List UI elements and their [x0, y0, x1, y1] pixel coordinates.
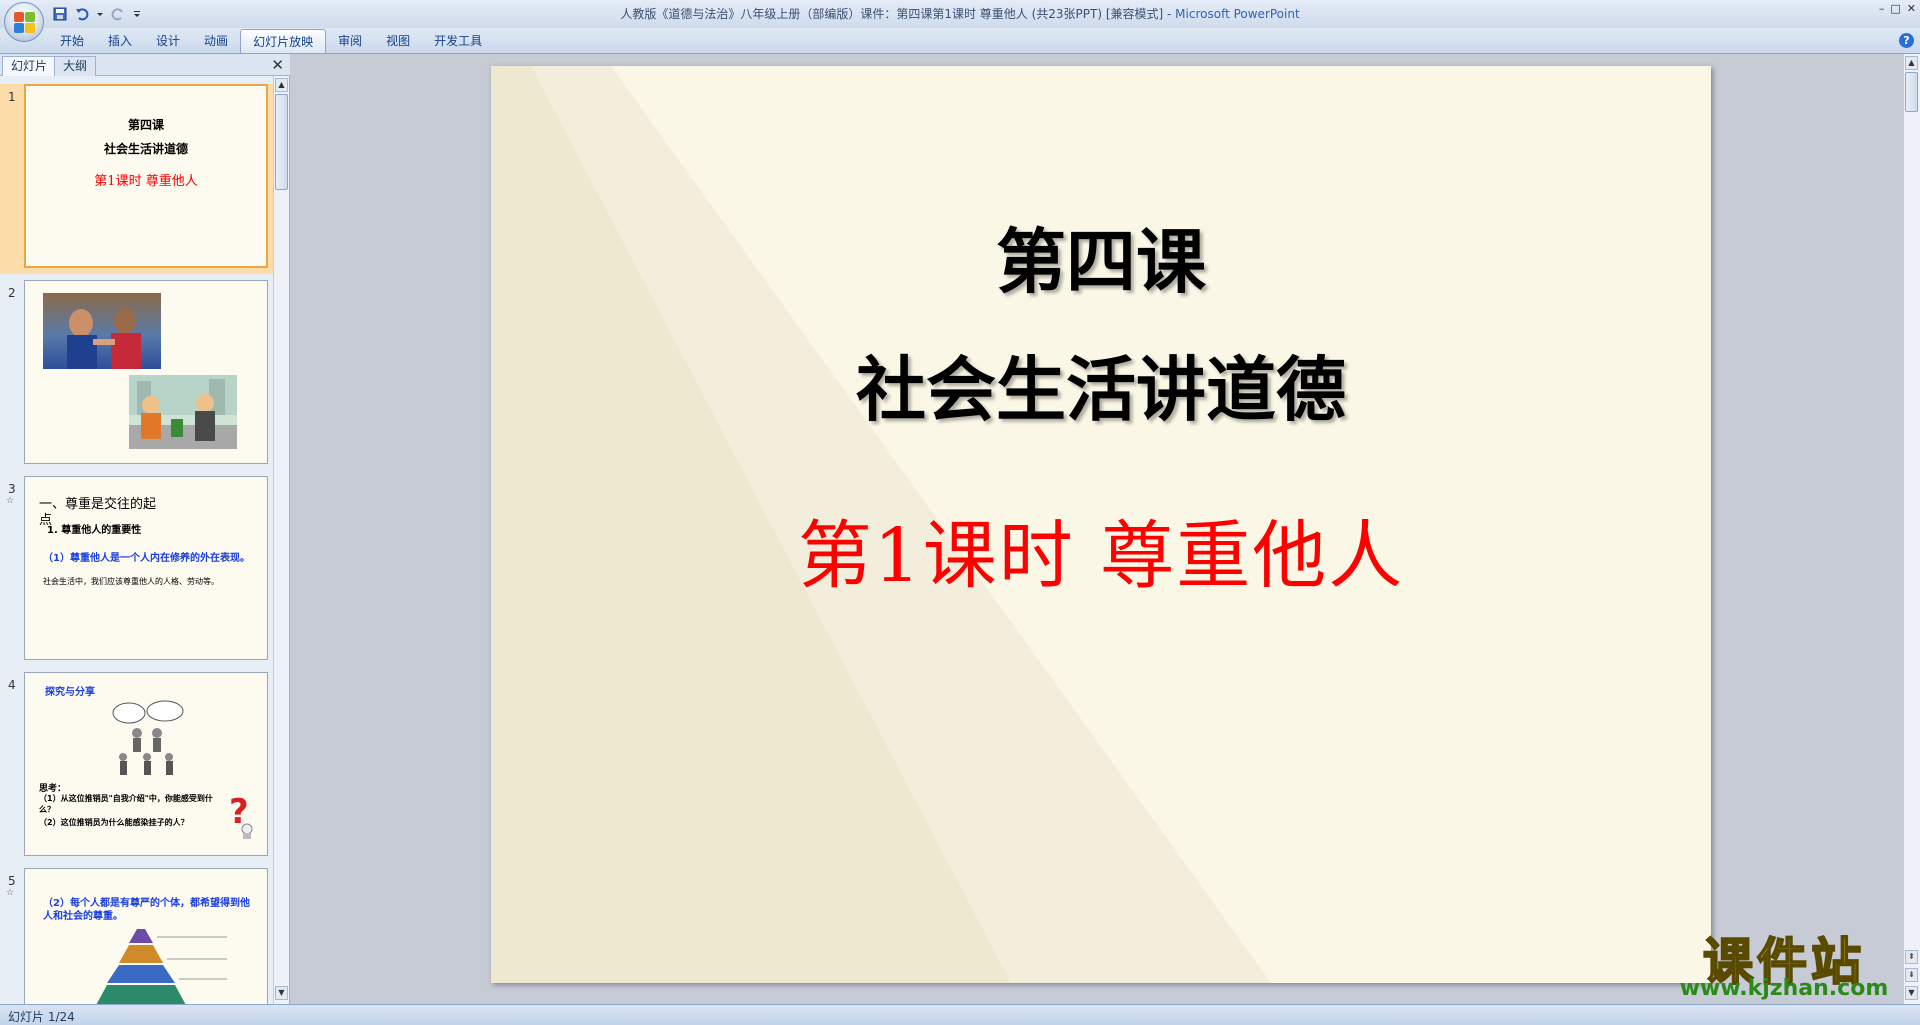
next-slide-icon[interactable]: ⇟: [1905, 968, 1918, 982]
status-bar: 幻灯片 1/24: [0, 1004, 1920, 1025]
thumbnail-number: 2: [8, 286, 16, 300]
slide-title-unit[interactable]: 社会生活讲道德: [491, 334, 1711, 435]
ribbon-tabs: 开始 插入 设计 动画 幻灯片放映 审阅 视图 开发工具: [48, 28, 494, 54]
sketch-image: [107, 699, 189, 779]
thumb-body-text: 社会生活中，我们应该尊重他人的人格、劳动等。: [43, 577, 219, 586]
thumbnail-row-4[interactable]: 4 探究与分享 思考： （1）从这位推销员"自我介绍"中，你能感受到什么？ （2…: [0, 672, 274, 862]
thumbnail-row-1[interactable]: 1 第四课 社会生活讲道德 第1课时 尊重他人: [0, 84, 274, 274]
thumbnail-number: 3: [8, 482, 16, 496]
office-button[interactable]: [4, 2, 44, 42]
previous-slide-icon[interactable]: ⇞: [1905, 950, 1918, 964]
thumbnails-scrollbar[interactable]: ▲ ▼: [273, 76, 289, 1004]
thumb-blue-text: （2）每个人都是有尊严的个体，都希望得到他人和社会的尊重。: [43, 898, 250, 922]
scrollbar-thumb[interactable]: [1905, 72, 1918, 112]
thumb-subtitle: 第1课时 尊重他人: [94, 174, 198, 189]
scroll-up-icon[interactable]: ▲: [275, 78, 288, 92]
slide-thumbnails: 1 第四课 社会生活讲道德 第1课时 尊重他人 2 3 ☆ 一、尊重是交往的起点…: [0, 76, 274, 1004]
window-controls: – □ ✕: [1879, 2, 1916, 15]
thumbnail-slide-3[interactable]: 一、尊重是交往的起点 1. 尊重他人的重要性 （1）尊重他人是一个人内在修养的外…: [24, 476, 268, 660]
scrollbar-thumb[interactable]: [275, 94, 288, 190]
pyramid-diagram: [77, 927, 243, 1004]
thumb-blue-text: （1）尊重他人是一个人内在修养的外在表现。: [43, 553, 250, 564]
tab-review[interactable]: 审阅: [326, 29, 374, 53]
question-mark-icon: ?: [221, 791, 257, 839]
thumbnail-slide-2[interactable]: [24, 280, 268, 464]
watermark-url: www.kjzhan.com: [1679, 976, 1889, 1001]
thumb-question-2: （2）这位推销员为什么能感染挂子的人？: [39, 818, 189, 827]
slides-pane: 幻灯片 大纲 ✕ 1 第四课 社会生活讲道德 第1课时 尊重他人 2 3 ☆ 一…: [0, 54, 290, 1004]
tab-developer[interactable]: 开发工具: [422, 29, 494, 53]
tab-slide-show[interactable]: 幻灯片放映: [240, 29, 327, 53]
thumbnail-slide-5[interactable]: （2）每个人都是有尊严的个体，都希望得到他人和社会的尊重。: [24, 868, 268, 1004]
slide-counter: 幻灯片 1/24: [8, 1010, 75, 1024]
close-button[interactable]: ✕: [1907, 2, 1916, 15]
window-title: 人教版《道德与法治》八年级上册（部编版）课件：第四课第1课时 尊重他人 (共23…: [620, 7, 1300, 21]
tab-design[interactable]: 设计: [144, 29, 192, 53]
thumb-title1: 第四课: [127, 118, 164, 132]
close-pane-icon[interactable]: ✕: [271, 56, 284, 74]
office-logo-icon: [14, 12, 36, 34]
thumb-heading: 探究与分享: [45, 687, 95, 698]
minimize-button[interactable]: –: [1879, 2, 1885, 15]
thumbnail-slide-1[interactable]: 第四课 社会生活讲道德 第1课时 尊重他人: [24, 84, 268, 268]
thumbnail-slide-4[interactable]: 探究与分享 思考： （1）从这位推销员"自我介绍"中，你能感受到什么？ （2）这…: [24, 672, 268, 856]
thumbnail-number: 4: [8, 678, 16, 692]
scroll-down-icon[interactable]: ▼: [1905, 986, 1918, 1000]
current-slide[interactable]: 第四课 社会生活讲道德 第1课时 尊重他人: [491, 66, 1711, 983]
watermark-logo: 课件站 www.kjzhan.com: [1668, 922, 1900, 1004]
tab-outline[interactable]: 大纲: [54, 56, 97, 76]
tab-animations[interactable]: 动画: [192, 29, 240, 53]
thumbnail-number: 1: [8, 90, 16, 104]
help-icon[interactable]: ?: [1899, 33, 1914, 48]
thumbnail-row-3[interactable]: 3 ☆ 一、尊重是交往的起点 1. 尊重他人的重要性 （1）尊重他人是一个人内在…: [0, 476, 274, 666]
slide-scrollbar[interactable]: ▲ ⇞ ⇟ ▼: [1903, 54, 1920, 1004]
tab-home[interactable]: 开始: [48, 29, 96, 53]
ribbon: 开始 插入 设计 动画 幻灯片放映 审阅 视图 开发工具 ?: [0, 28, 1920, 54]
animation-star-icon: ☆: [6, 888, 15, 898]
tab-insert[interactable]: 插入: [96, 29, 144, 53]
title-bar: 人教版《道德与法治》八年级上册（部编版）课件：第四课第1课时 尊重他人 (共23…: [0, 0, 1920, 28]
slide-subtitle[interactable]: 第1课时 尊重他人: [491, 496, 1711, 603]
thumbnail-row-5[interactable]: 5 ☆ （2）每个人都是有尊严的个体，都希望得到他人和社会的尊重。: [0, 868, 274, 1004]
thumbnail-row-2[interactable]: 2: [0, 280, 274, 470]
animation-star-icon: ☆: [6, 496, 15, 506]
slide-editing-area: 第四课 社会生活讲道德 第1课时 尊重他人: [291, 54, 1903, 1004]
thumbnail-number: 5: [8, 874, 16, 888]
pane-tabs: 幻灯片 大纲 ✕: [0, 54, 290, 76]
tab-slides[interactable]: 幻灯片: [2, 56, 57, 76]
scroll-up-icon[interactable]: ▲: [1905, 56, 1918, 70]
cartoon-image: [129, 375, 237, 449]
slide-title-lesson[interactable]: 第四课: [491, 206, 1711, 307]
maximize-button[interactable]: □: [1890, 2, 1900, 15]
thumb-sub: 1. 尊重他人的重要性: [47, 525, 142, 536]
thumb-title2: 社会生活讲道德: [103, 142, 188, 156]
scroll-down-icon[interactable]: ▼: [275, 986, 288, 1000]
tennis-photo: [43, 293, 161, 369]
tab-view[interactable]: 视图: [374, 29, 422, 53]
thumb-question-1: （1）从这位推销员"自我介绍"中，你能感受到什么？: [39, 794, 213, 814]
